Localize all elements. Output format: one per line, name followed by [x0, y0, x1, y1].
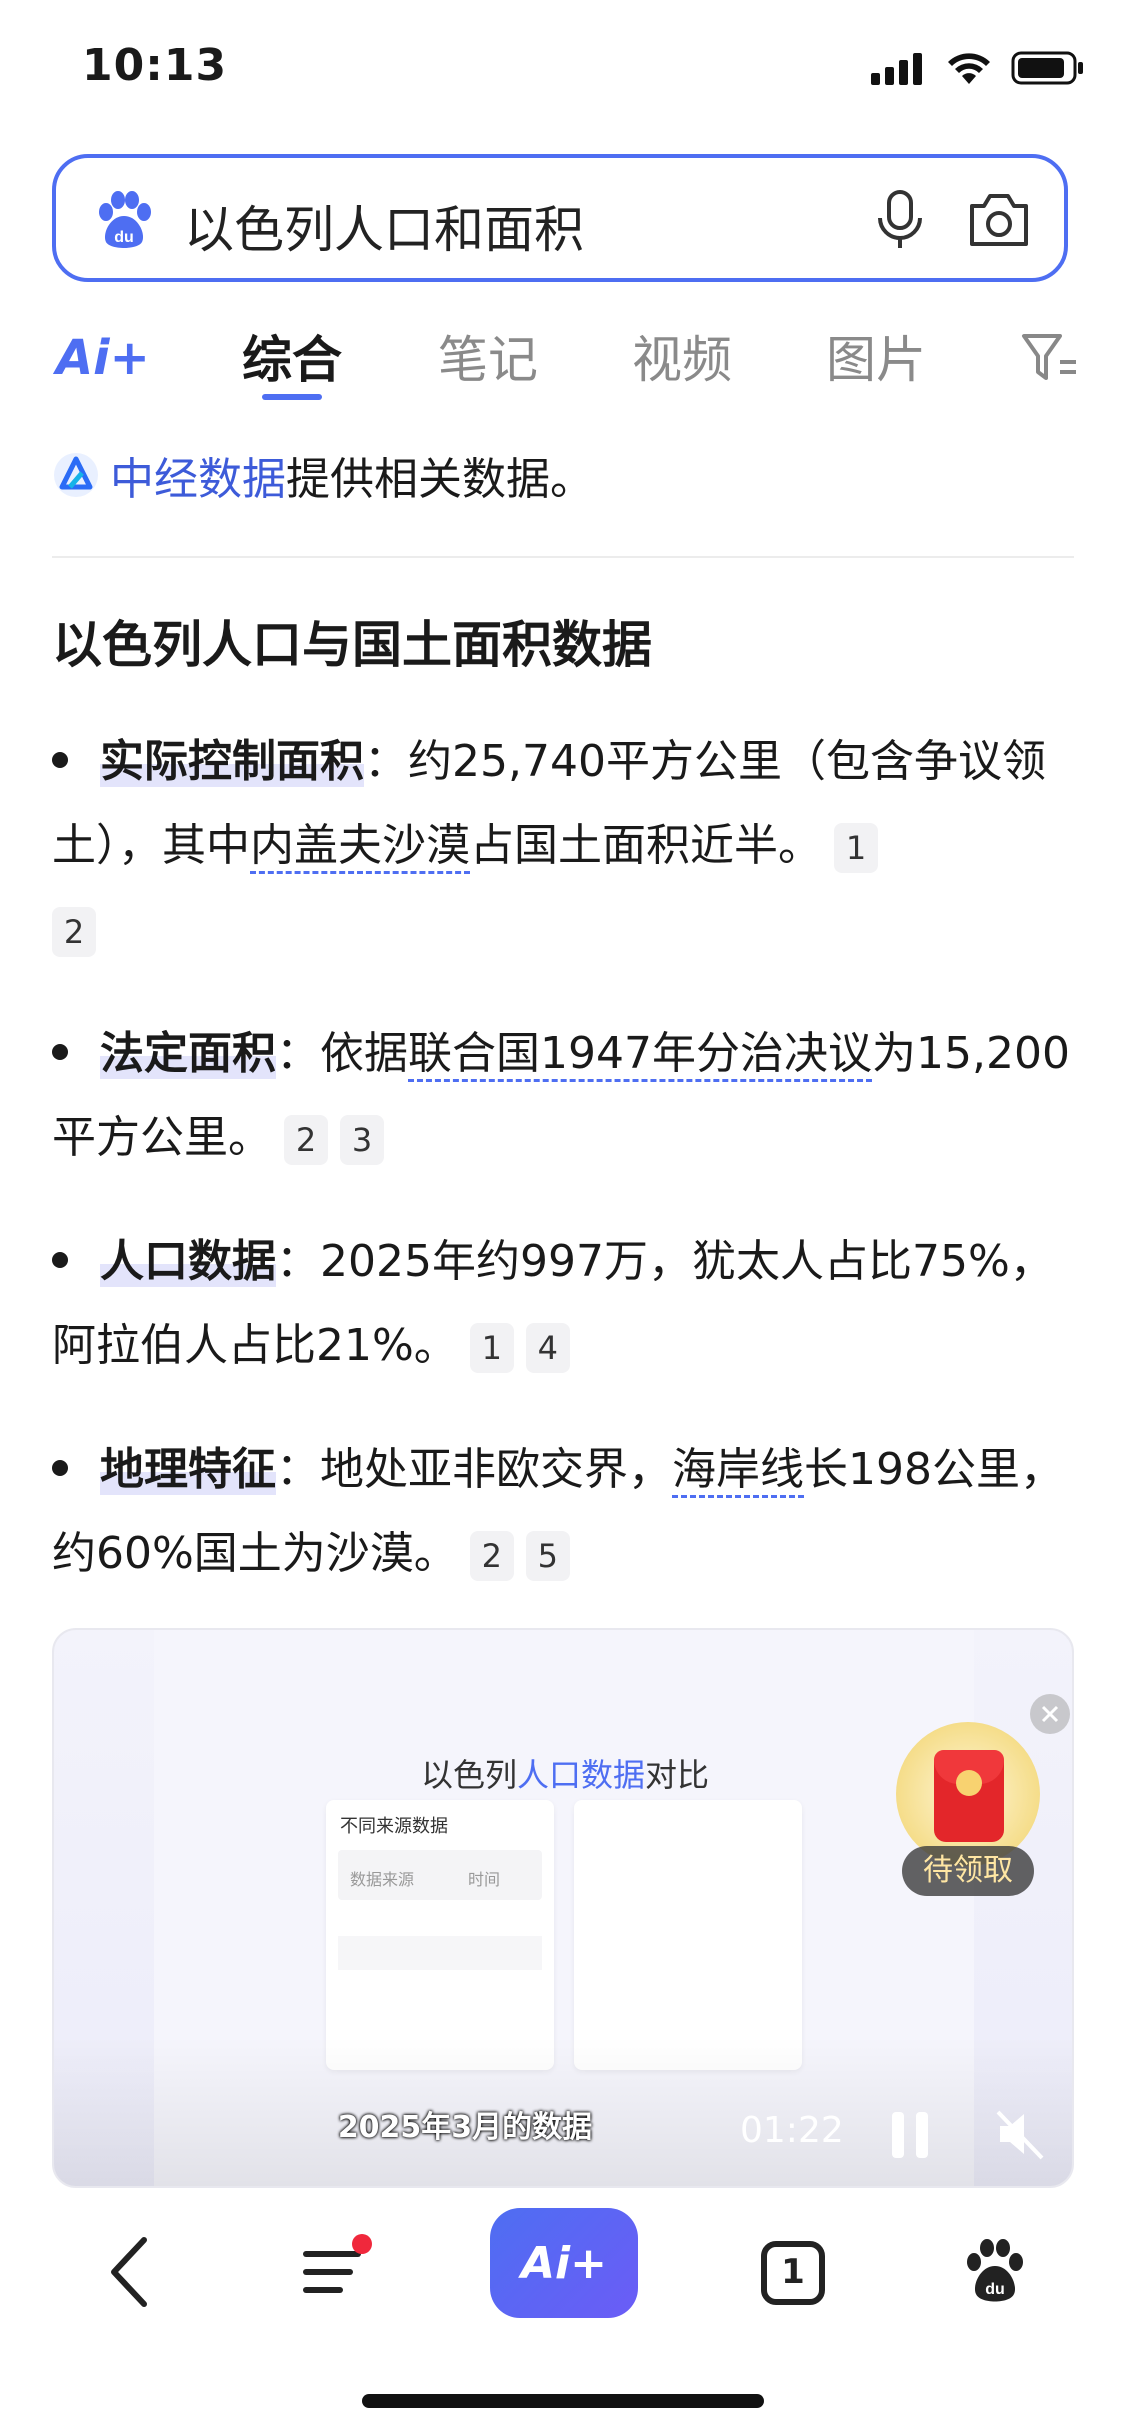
- status-bar: 10:13: [0, 0, 1125, 130]
- citation-ref[interactable]: 1: [834, 823, 878, 873]
- bullet-dot: [52, 1252, 68, 1268]
- bullet-key: 人口数据: [100, 1236, 276, 1287]
- search-bar[interactable]: du 以色列人口和面积: [52, 154, 1068, 282]
- baidu-paw-icon: du: [99, 191, 151, 248]
- baidu-home-icon[interactable]: du: [960, 2232, 1030, 2312]
- menu-button[interactable]: [300, 2232, 380, 2312]
- tabs-button[interactable]: 1: [758, 2232, 828, 2312]
- result-tabs: Ai+ 综合 笔记 视频 图片: [0, 310, 1125, 410]
- citation-ref[interactable]: 2: [284, 1115, 328, 1165]
- microphone-icon[interactable]: [872, 188, 928, 252]
- ai-tab-label: Ai+: [56, 330, 150, 386]
- source-name-link[interactable]: 中经数据: [110, 443, 286, 507]
- term-link[interactable]: 联合国1947年分治决议: [408, 1028, 872, 1082]
- citation-ref[interactable]: 4: [525, 1323, 570, 1373]
- menu-icon: [303, 2234, 372, 2293]
- back-icon[interactable]: [100, 2232, 160, 2312]
- wifi-icon: [948, 53, 990, 84]
- citation-ref[interactable]: 5: [525, 1531, 570, 1581]
- panel-col-time: 时间: [468, 1870, 501, 1889]
- citation-ref[interactable]: 3: [340, 1115, 384, 1165]
- divider: [52, 556, 1074, 558]
- term-link[interactable]: 海岸线: [672, 1444, 804, 1498]
- active-tab-indicator: [262, 394, 322, 400]
- camera-icon[interactable]: [966, 190, 1032, 250]
- status-icons: [871, 50, 1085, 86]
- citation-ref[interactable]: 2: [52, 907, 96, 957]
- panel-title: 不同来源数据: [340, 1816, 448, 1837]
- svg-text:du: du: [985, 2281, 1005, 2298]
- bullet-dot: [52, 1044, 68, 1060]
- ai-answer: 以色列人口与国土面积数据 实际控制面积：约25,740平方公里（包含争议领土），…: [52, 610, 1074, 1596]
- bullet-dot: [52, 752, 68, 768]
- battery-icon: [1011, 51, 1083, 85]
- panel-header-row: 数据来源 时间: [338, 1850, 542, 1900]
- panel-row: [338, 1936, 542, 1970]
- filter-icon[interactable]: [1020, 330, 1080, 386]
- video-panel: 不同来源数据 数据来源 时间: [326, 1800, 554, 2070]
- tab-images[interactable]: 图片: [826, 320, 926, 392]
- list-item: 实际控制面积：约25,740平方公里（包含争议领土），其中内盖夫沙漠占国土面积近…: [52, 720, 1074, 972]
- data-source-line: 中经数据 提供相关数据。: [52, 440, 594, 510]
- tab-video[interactable]: 视频: [632, 320, 732, 392]
- bullet-dot: [52, 1460, 68, 1476]
- bullet-text: 占国土面积近半。: [470, 820, 822, 871]
- source-suffix: 提供相关数据。: [286, 454, 594, 505]
- mute-icon[interactable]: [994, 2106, 1046, 2162]
- source-logo-icon: [54, 453, 98, 497]
- tab-notes[interactable]: 笔记: [438, 320, 538, 392]
- ai-button-label: Ai+: [520, 2237, 607, 2289]
- search-input[interactable]: 以色列人口和面积: [184, 190, 584, 262]
- panel-col-source: 数据来源: [350, 1870, 415, 1889]
- pause-icon[interactable]: [886, 2108, 934, 2162]
- svg-text:du: du: [114, 229, 134, 246]
- video-title-part: 以色列: [420, 1756, 517, 1794]
- tab-comprehensive[interactable]: 综合: [242, 320, 342, 392]
- video-time: 01:22: [740, 2110, 844, 2151]
- bullet-key: 法定面积: [100, 1028, 276, 1079]
- list-item: 法定面积：依据联合国1947年分治决议为15,200平方公里。 2 3: [52, 1012, 1074, 1180]
- citation-ref[interactable]: 2: [469, 1531, 514, 1581]
- clock: 10:13: [82, 40, 228, 91]
- video-title-part: 对比: [645, 1756, 710, 1794]
- bullet-key: 实际控制面积: [100, 736, 364, 787]
- list-item: 人口数据：2025年约997万，犹太人占比75%，阿拉伯人占比21%。 1 4: [52, 1220, 1074, 1388]
- red-envelope-icon: [934, 1750, 1004, 1842]
- home-indicator: [362, 2394, 764, 2408]
- list-item: 地理特征：地处亚非欧交界，海岸线长198公里，约60%国土为沙漠。 2 5: [52, 1428, 1074, 1596]
- bullet-key: 地理特征: [100, 1444, 276, 1495]
- video-panel: [574, 1800, 802, 2070]
- answer-heading: 以色列人口与国土面积数据: [52, 616, 652, 674]
- term-link[interactable]: 内盖夫沙漠: [250, 820, 470, 874]
- bullet-text: ：地处亚非欧交界，: [276, 1444, 672, 1495]
- ai-assistant-button[interactable]: Ai+: [490, 2208, 638, 2318]
- red-packet-label: 待领取: [902, 1846, 1034, 1896]
- red-packet-widget[interactable]: 待领取: [896, 1722, 1044, 1912]
- video-title-highlight: 人口数据: [516, 1756, 645, 1794]
- bullet-text: ：依据: [276, 1028, 408, 1079]
- coin-icon: [956, 1770, 982, 1796]
- tabs-count: 1: [781, 2252, 805, 2292]
- citation-ref[interactable]: 1: [469, 1323, 514, 1373]
- ai-tab[interactable]: Ai+: [56, 330, 150, 386]
- signal-icon: [871, 53, 922, 85]
